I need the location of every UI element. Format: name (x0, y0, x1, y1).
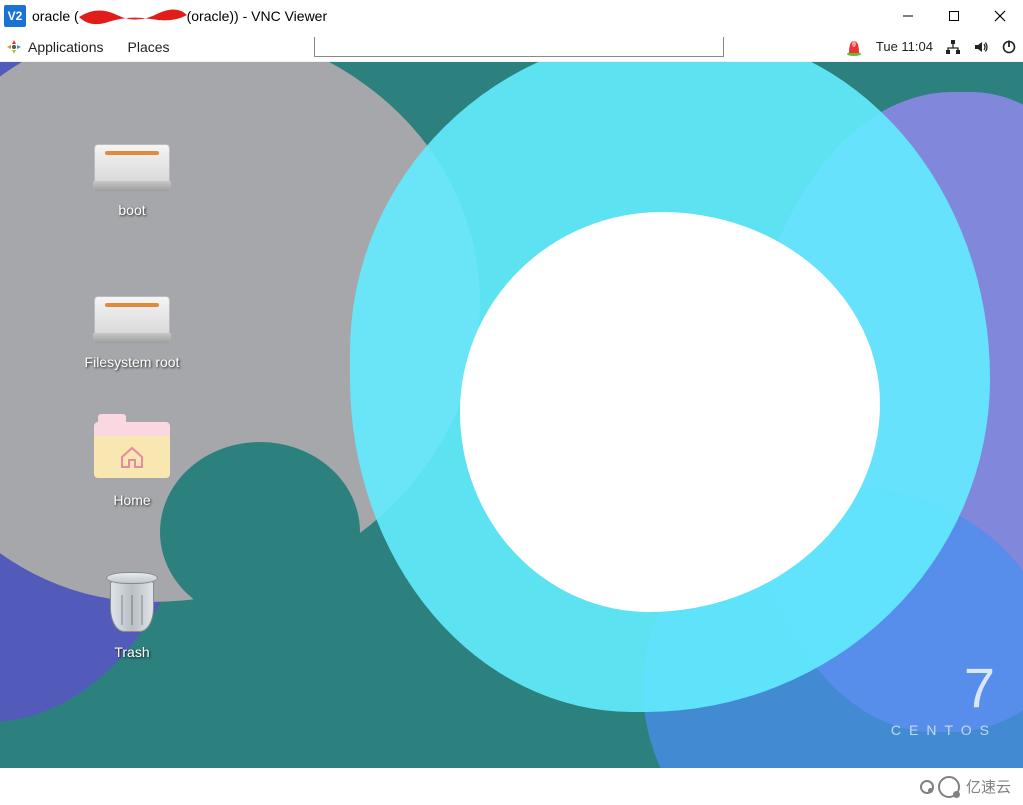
redacted-scribble-icon (81, 7, 181, 25)
centos-name: CENTOS (891, 722, 997, 738)
desktop-icon-home[interactable]: Home (72, 422, 192, 508)
network-icon[interactable] (945, 39, 961, 55)
desktop-icon-label: Home (72, 492, 192, 508)
publisher-watermark: 亿速云 (0, 768, 1023, 805)
clock[interactable]: Tue 11:04 (876, 39, 933, 54)
remote-desktop[interactable]: boot Filesystem root Home (0, 62, 1023, 768)
window-title-prefix: oracle ( (32, 8, 79, 24)
system-tray: Tue 11:04 (844, 37, 1017, 57)
minimize-button[interactable] (885, 0, 931, 32)
applications-menu[interactable]: Applications (28, 39, 104, 55)
desktop-icon-label: boot (72, 202, 192, 218)
drive-icon (92, 144, 172, 196)
desktop-icon-trash[interactable]: Trash (72, 572, 192, 660)
drive-icon (92, 296, 172, 348)
volume-icon[interactable] (973, 39, 989, 55)
desktop-icon-filesystem-root[interactable]: Filesystem root (72, 296, 192, 370)
home-folder-icon (92, 422, 172, 486)
vnc-logo-icon: V2 (4, 5, 26, 27)
centos-version: 7 (891, 660, 997, 716)
maximize-button[interactable] (931, 0, 977, 32)
centos-branding: 7 CENTOS (891, 660, 997, 738)
window-title-suffix: (oracle)) - VNC Viewer (183, 8, 327, 24)
desktop-icon-label: Trash (72, 644, 192, 660)
windows-titlebar: V2 oracle ( (oracle)) - VNC Viewer (0, 0, 1023, 32)
trash-icon (92, 572, 172, 638)
desktop-icon-label: Filesystem root (72, 354, 192, 370)
watermark-text: 亿速云 (966, 776, 1011, 797)
desktop-icon-boot[interactable]: boot (72, 144, 192, 218)
power-icon[interactable] (1001, 39, 1017, 55)
close-button[interactable] (977, 0, 1023, 32)
alert-beacon-icon[interactable] (844, 37, 864, 57)
window-controls (885, 0, 1023, 32)
gnome-top-panel: Applications Places Tue 11:04 (0, 32, 1023, 62)
watermark-logo-icon (920, 776, 960, 798)
applications-pinwheel-icon (6, 39, 22, 55)
panel-address-box[interactable] (314, 37, 724, 57)
places-menu[interactable]: Places (128, 39, 170, 55)
